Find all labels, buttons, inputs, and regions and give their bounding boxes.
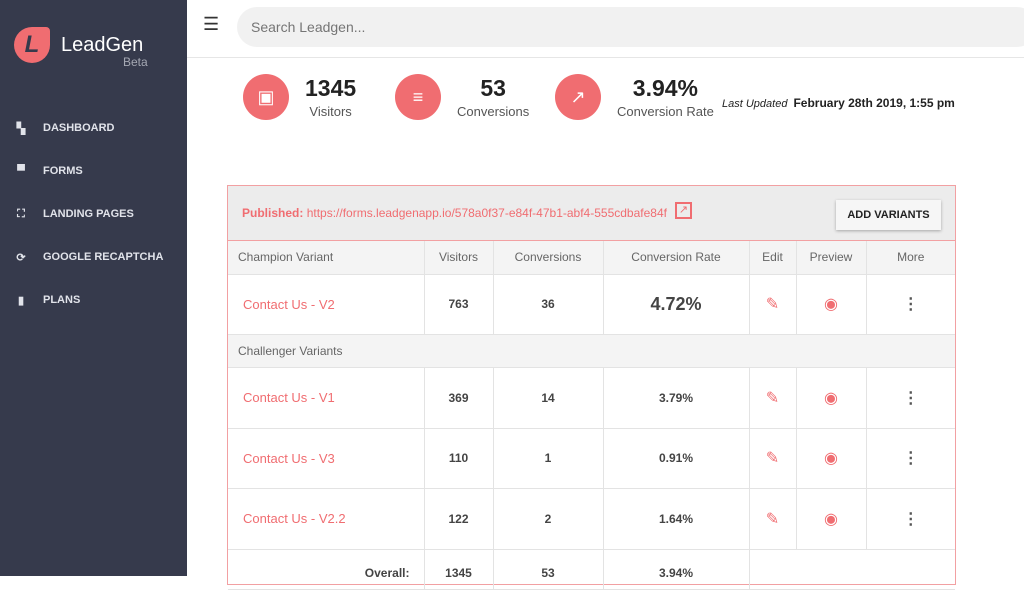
challenger-variants-label: Challenger Variants	[228, 334, 955, 368]
overall-row: Overall: 1345 53 3.94%	[228, 549, 955, 590]
sidebar-item-plans[interactable]: ▮ PLANS	[0, 285, 187, 315]
visitors-cell: 122	[424, 488, 494, 550]
stat-conversion-rate: ↗ 3.94% Conversion Rate	[555, 74, 714, 120]
column-header: Edit	[749, 241, 797, 275]
empty-cell	[749, 549, 955, 590]
more-vert-icon[interactable]: ⋮	[866, 367, 955, 429]
variant-name-link[interactable]: Contact Us - V1	[228, 367, 425, 429]
overall-label: Overall:	[228, 549, 425, 590]
visitors-cell: 369	[424, 367, 494, 429]
list-icon: ≡	[395, 74, 441, 120]
sidebar-item-label: LANDING PAGES	[43, 208, 134, 220]
conversion-rate-cell: 0.91%	[603, 428, 750, 489]
variant-name-link[interactable]: Contact Us - V2	[228, 274, 425, 335]
table-row: Contact Us - V1 369 14 3.79% ✎ ◉ ⋮	[228, 367, 955, 429]
column-header: Conversion Rate	[603, 241, 750, 275]
stat-label: Visitors	[309, 104, 352, 119]
conversions-cell: 36	[493, 274, 604, 335]
variant-name-link[interactable]: Contact Us - V3	[228, 428, 425, 489]
sidebar-item-label: PLANS	[43, 294, 81, 306]
stat-value: 53	[480, 75, 506, 101]
variants-table: Champion Variant Visitors Conversions Co…	[228, 241, 955, 590]
variant-name-link[interactable]: Contact Us - V2.2	[228, 488, 425, 550]
column-header: Champion Variant	[228, 241, 425, 275]
sidebar-item-label: FORMS	[43, 165, 83, 177]
conversions-cell: 2	[493, 488, 604, 550]
add-variants-button[interactable]: ADD VARIANTS	[836, 200, 941, 230]
last-updated-value: February 28th 2019, 1:55 pm	[793, 96, 955, 110]
stat-value: 1345	[305, 75, 357, 101]
published-label: Published:	[242, 206, 304, 220]
variants-card: Published: https://forms.leadgenapp.io/5…	[227, 185, 956, 590]
sidebar: L LeadGen Beta ▚ DASHBOARD ▀ FORMS ⛶ LANDIN…	[0, 0, 187, 576]
stat-value: 3.94%	[632, 75, 699, 101]
stat-visitors: ▣ 1345 Visitors	[243, 74, 356, 120]
last-updated: Last Updated February 28th 2019, 1:55 pm	[722, 96, 955, 110]
trending-up-icon: ↗	[555, 74, 601, 120]
published-url-link[interactable]: https://forms.leadgenapp.io/578a0f37-e84…	[307, 206, 667, 220]
column-header: Preview	[796, 241, 867, 275]
visitors-cell: 763	[424, 274, 494, 335]
conversion-rate-cell: 4.72%	[603, 274, 750, 335]
leadgen-logo[interactable]: L	[14, 27, 50, 63]
sidebar-item-forms[interactable]: ▀ FORMS	[0, 156, 187, 186]
conversion-rate-cell: 3.94%	[603, 549, 750, 590]
top-bar: ☰	[187, 0, 1024, 58]
table-row: Contact Us - V3 110 1 0.91% ✎ ◉ ⋮	[228, 428, 955, 489]
fullscreen-icon: ⛶	[17, 207, 25, 220]
sync-icon: ⟳	[16, 251, 26, 264]
preview-eye-icon[interactable]: ◉	[796, 428, 867, 489]
brand-name: LeadGen	[61, 34, 144, 56]
dashboard-icon: ▚	[16, 122, 26, 135]
conversions-cell: 1	[493, 428, 604, 489]
edit-pencil-icon[interactable]: ✎	[749, 488, 797, 550]
visitors-cell: 1345	[424, 549, 494, 590]
table-row: Contact Us - V2 763 36 4.72% ✎ ◉ ⋮	[228, 274, 955, 335]
hamburger-menu-icon[interactable]: ☰	[203, 14, 219, 35]
conversion-rate-cell: 1.64%	[603, 488, 750, 550]
preview-eye-icon[interactable]: ◉	[796, 274, 867, 335]
preview-eye-icon[interactable]: ◉	[796, 367, 867, 429]
stat-label: Conversion Rate	[617, 104, 714, 119]
sidebar-item-google-recaptcha[interactable]: ⟳ GOOGLE RECAPTCHA	[0, 242, 187, 272]
forum-icon: ▀	[17, 165, 25, 177]
conversions-cell: 14	[493, 367, 604, 429]
beta-badge: Beta	[123, 55, 148, 69]
more-vert-icon[interactable]: ⋮	[866, 274, 955, 335]
edit-pencil-icon[interactable]: ✎	[749, 367, 797, 429]
preview-eye-icon[interactable]: ◉	[796, 488, 867, 550]
more-vert-icon[interactable]: ⋮	[866, 488, 955, 550]
column-header: Conversions	[493, 241, 604, 275]
visitors-cell: 110	[424, 428, 494, 489]
stat-label: Conversions	[457, 104, 530, 119]
edit-pencil-icon[interactable]: ✎	[749, 428, 797, 489]
open-external-icon[interactable]: ↗	[675, 202, 692, 219]
more-vert-icon[interactable]: ⋮	[866, 428, 955, 489]
stat-conversions: ≡ 53 Conversions	[395, 74, 529, 120]
sidebar-item-label: DASHBOARD	[43, 122, 115, 134]
contact-icon: ▣	[243, 74, 289, 120]
sidebar-item-dashboard[interactable]: ▚ DASHBOARD	[0, 113, 187, 143]
search-input[interactable]	[237, 7, 1024, 47]
sidebar-item-landing-pages[interactable]: ⛶ LANDING PAGES	[0, 199, 187, 229]
published-bar: Published: https://forms.leadgenapp.io/5…	[228, 186, 955, 241]
conversions-cell: 53	[493, 549, 604, 590]
edit-pencil-icon[interactable]: ✎	[749, 274, 797, 335]
column-header: Visitors	[424, 241, 494, 275]
conversion-rate-cell: 3.79%	[603, 367, 750, 429]
table-row: Contact Us - V2.2 122 2 1.64% ✎ ◉ ⋮	[228, 488, 955, 550]
sidebar-item-label: GOOGLE RECAPTCHA	[43, 251, 164, 263]
column-header: More	[866, 241, 955, 275]
last-updated-label: Last Updated	[722, 98, 788, 110]
battery-icon: ▮	[17, 294, 25, 307]
